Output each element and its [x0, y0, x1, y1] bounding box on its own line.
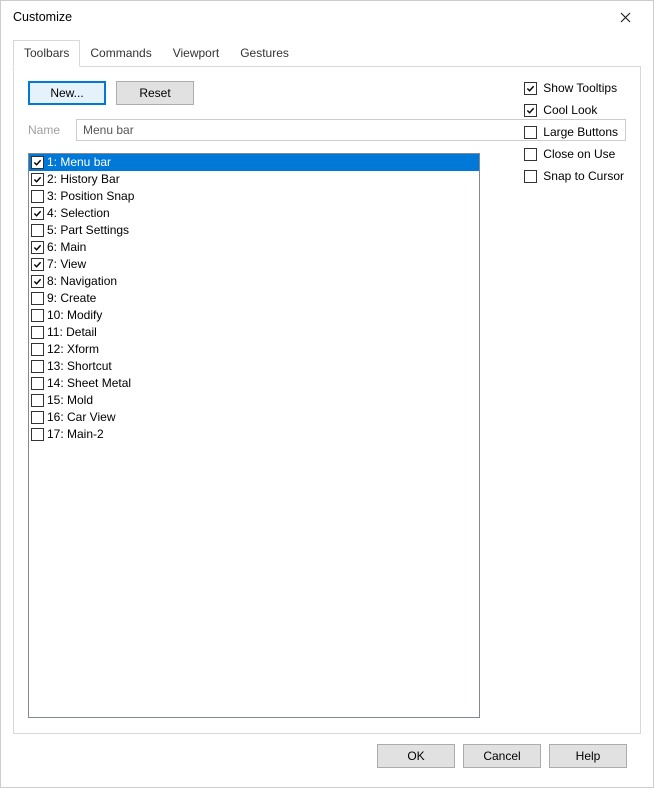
- option-label: Show Tooltips: [543, 81, 617, 95]
- titlebar: Customize: [1, 1, 653, 33]
- option-large-buttons[interactable]: Large Buttons: [524, 125, 624, 139]
- close-icon: [620, 12, 631, 23]
- name-label: Name: [28, 123, 66, 137]
- list-item-label: 1: Menu bar: [47, 154, 111, 171]
- ok-button[interactable]: OK: [377, 744, 455, 768]
- checkbox-icon[interactable]: [524, 82, 537, 95]
- list-item-label: 9: Create: [47, 290, 96, 307]
- option-label: Snap to Cursor: [543, 169, 624, 183]
- list-item[interactable]: 17: Main-2: [29, 426, 479, 443]
- checkbox-icon[interactable]: [31, 173, 44, 186]
- tab-bar: ToolbarsCommandsViewportGestures: [13, 39, 641, 66]
- list-item-label: 10: Modify: [47, 307, 102, 324]
- tab-commands[interactable]: Commands: [79, 40, 162, 67]
- option-close-on-use[interactable]: Close on Use: [524, 147, 624, 161]
- checkbox-icon[interactable]: [31, 207, 44, 220]
- list-item[interactable]: 11: Detail: [29, 324, 479, 341]
- list-item-label: 14: Sheet Metal: [47, 375, 131, 392]
- toolbars-listbox[interactable]: 1: Menu bar2: History Bar3: Position Sna…: [28, 153, 480, 718]
- new-button[interactable]: New...: [28, 81, 106, 105]
- checkbox-icon[interactable]: [31, 360, 44, 373]
- option-label: Cool Look: [543, 103, 597, 117]
- option-show-tooltips[interactable]: Show Tooltips: [524, 81, 624, 95]
- checkbox-icon[interactable]: [31, 190, 44, 203]
- option-cool-look[interactable]: Cool Look: [524, 103, 624, 117]
- list-item-label: 3: Position Snap: [47, 188, 134, 205]
- list-item-label: 7: View: [47, 256, 86, 273]
- tab-gestures[interactable]: Gestures: [229, 40, 300, 67]
- list-item[interactable]: 5: Part Settings: [29, 222, 479, 239]
- list-item-label: 5: Part Settings: [47, 222, 129, 239]
- list-item[interactable]: 7: View: [29, 256, 479, 273]
- list-item[interactable]: 15: Mold: [29, 392, 479, 409]
- tab-toolbars[interactable]: Toolbars: [13, 40, 80, 67]
- list-item-label: 6: Main: [47, 239, 86, 256]
- checkbox-icon[interactable]: [31, 275, 44, 288]
- checkbox-icon[interactable]: [31, 343, 44, 356]
- list-item-label: 2: History Bar: [47, 171, 120, 188]
- checkbox-icon[interactable]: [31, 241, 44, 254]
- option-label: Large Buttons: [543, 125, 618, 139]
- list-item[interactable]: 4: Selection: [29, 205, 479, 222]
- list-item-label: 15: Mold: [47, 392, 93, 409]
- dialog-footer: OK Cancel Help: [13, 734, 641, 768]
- checkbox-icon[interactable]: [31, 156, 44, 169]
- options-column: Show Tooltips Cool Look Large Buttons Close…: [524, 81, 624, 183]
- tab-panel-toolbars: New... Reset Show Tooltips Cool Look Large…: [13, 66, 641, 734]
- checkbox-icon[interactable]: [31, 428, 44, 441]
- list-item-label: 13: Shortcut: [47, 358, 112, 375]
- list-item[interactable]: 8: Navigation: [29, 273, 479, 290]
- list-item[interactable]: 16: Car View: [29, 409, 479, 426]
- list-item-label: 11: Detail: [47, 324, 97, 341]
- option-label: Close on Use: [543, 147, 615, 161]
- list-item-label: 12: Xform: [47, 341, 99, 358]
- help-button[interactable]: Help: [549, 744, 627, 768]
- checkbox-icon[interactable]: [31, 258, 44, 271]
- window-title: Customize: [13, 10, 605, 24]
- checkbox-icon[interactable]: [31, 394, 44, 407]
- checkbox-icon[interactable]: [524, 170, 537, 183]
- checkbox-icon[interactable]: [31, 309, 44, 322]
- checkbox-icon[interactable]: [524, 104, 537, 117]
- list-item[interactable]: 9: Create: [29, 290, 479, 307]
- checkbox-icon[interactable]: [524, 148, 537, 161]
- checkbox-icon[interactable]: [31, 292, 44, 305]
- tab-viewport[interactable]: Viewport: [162, 40, 230, 67]
- list-item-label: 16: Car View: [47, 409, 115, 426]
- checkbox-icon[interactable]: [31, 411, 44, 424]
- close-button[interactable]: [605, 3, 645, 31]
- checkbox-icon[interactable]: [31, 326, 44, 339]
- list-item[interactable]: 1: Menu bar: [29, 154, 479, 171]
- cancel-button[interactable]: Cancel: [463, 744, 541, 768]
- list-item[interactable]: 14: Sheet Metal: [29, 375, 479, 392]
- checkbox-icon[interactable]: [31, 224, 44, 237]
- option-snap-to-cursor[interactable]: Snap to Cursor: [524, 169, 624, 183]
- list-item[interactable]: 2: History Bar: [29, 171, 479, 188]
- list-item[interactable]: 12: Xform: [29, 341, 479, 358]
- list-item[interactable]: 3: Position Snap: [29, 188, 479, 205]
- list-item[interactable]: 6: Main: [29, 239, 479, 256]
- checkbox-icon[interactable]: [524, 126, 537, 139]
- list-item[interactable]: 13: Shortcut: [29, 358, 479, 375]
- list-item-label: 17: Main-2: [47, 426, 104, 443]
- list-item-label: 8: Navigation: [47, 273, 117, 290]
- list-item[interactable]: 10: Modify: [29, 307, 479, 324]
- checkbox-icon[interactable]: [31, 377, 44, 390]
- list-item-label: 4: Selection: [47, 205, 110, 222]
- reset-button[interactable]: Reset: [116, 81, 194, 105]
